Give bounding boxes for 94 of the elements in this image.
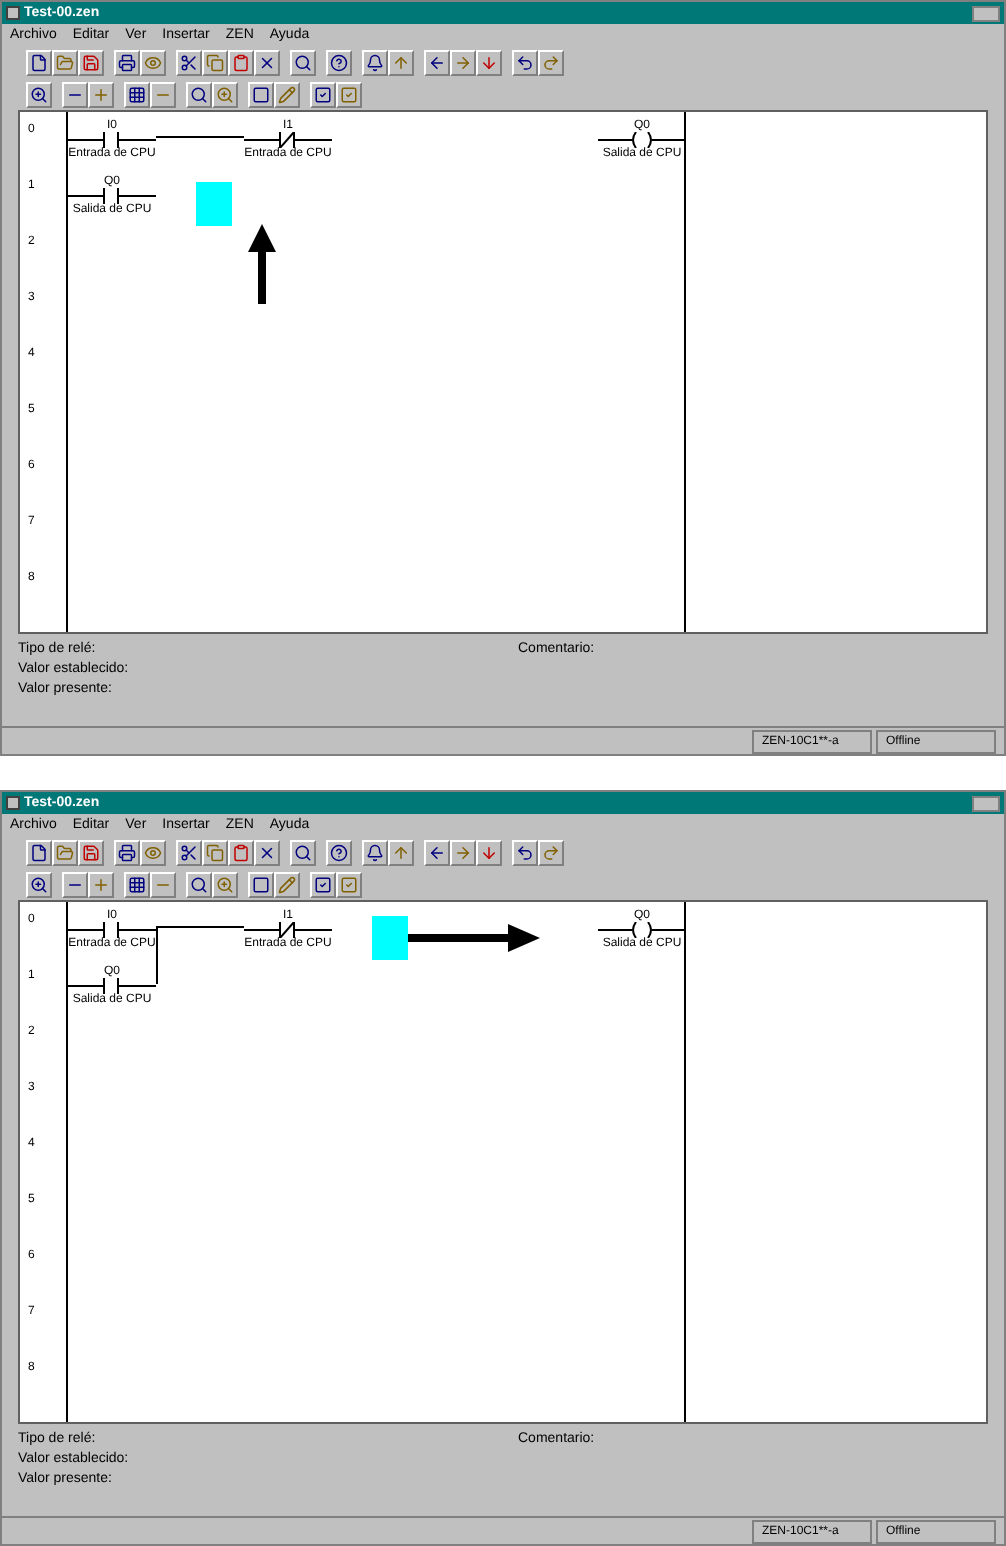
- toolbar-button[interactable]: [248, 871, 274, 897]
- toolbar-button[interactable]: [114, 49, 140, 75]
- toolbar-button[interactable]: [248, 81, 274, 107]
- arrow-right-icon: [454, 843, 472, 861]
- toolbar-button[interactable]: [26, 81, 52, 107]
- arrow-right-icon: [454, 53, 472, 71]
- plus-icon: [92, 85, 110, 103]
- help-icon: [330, 53, 348, 71]
- copy-icon: [206, 843, 224, 861]
- arrow-down-icon: [480, 843, 498, 861]
- redo-icon: [542, 53, 560, 71]
- toolbar-button[interactable]: [254, 839, 280, 865]
- zoom-in-icon: [30, 875, 48, 893]
- arrow-down-icon: [480, 53, 498, 71]
- printer-icon: [118, 843, 136, 861]
- toolbar-button[interactable]: [362, 839, 388, 865]
- toolbar-button[interactable]: [186, 871, 212, 897]
- document-icon: [30, 53, 48, 71]
- close-icon: [258, 53, 276, 71]
- toolbar-button[interactable]: [26, 839, 52, 865]
- pencil-icon: [278, 85, 296, 103]
- grid-icon: [128, 85, 146, 103]
- window-controls-icon[interactable]: [972, 5, 1000, 21]
- arrow-up-icon: [392, 843, 410, 861]
- toolbar-button[interactable]: [512, 839, 538, 865]
- app-icon: [6, 796, 20, 810]
- search-icon: [190, 85, 208, 103]
- closed-contact-symbol-icon: [244, 132, 332, 148]
- square-icon: [252, 875, 270, 893]
- toolbar-button[interactable]: [186, 81, 212, 107]
- help-icon: [330, 843, 348, 861]
- toolbar-button[interactable]: [114, 839, 140, 865]
- arrow-left-icon: [428, 843, 446, 861]
- save-icon: [82, 843, 100, 861]
- window-controls-icon[interactable]: [972, 795, 1000, 811]
- pencil-icon: [278, 875, 296, 893]
- bell-icon: [366, 53, 384, 71]
- document-icon: [30, 843, 48, 861]
- toolbar-button[interactable]: [290, 839, 316, 865]
- toolbar-button[interactable]: [62, 81, 88, 107]
- toolbar-button[interactable]: [176, 49, 202, 75]
- close-icon: [258, 843, 276, 861]
- redo-icon: [542, 843, 560, 861]
- scissors-icon: [180, 53, 198, 71]
- toolbar-button[interactable]: [176, 839, 202, 865]
- clipboard-icon: [232, 53, 250, 71]
- folder-icon: [56, 843, 74, 861]
- undo-icon: [516, 843, 534, 861]
- checkbox-icon: [314, 875, 332, 893]
- plus-icon: [92, 875, 110, 893]
- toolbar-button[interactable]: [424, 839, 450, 865]
- toolbar-button[interactable]: [78, 49, 104, 75]
- clipboard-icon: [232, 843, 250, 861]
- checkbox-icon: [340, 85, 358, 103]
- grid-icon: [128, 875, 146, 893]
- undo-icon: [516, 53, 534, 71]
- arrow-left-icon: [428, 53, 446, 71]
- toolbar-button[interactable]: [78, 839, 104, 865]
- toolbar-button[interactable]: [228, 839, 254, 865]
- arrow-up-icon: [392, 53, 410, 71]
- toolbar-button[interactable]: [254, 49, 280, 75]
- scissors-icon: [180, 843, 198, 861]
- toolbar-button[interactable]: [326, 49, 352, 75]
- toolbar-button[interactable]: [124, 871, 150, 897]
- save-icon: [82, 53, 100, 71]
- bell-icon: [366, 843, 384, 861]
- square-icon: [252, 85, 270, 103]
- app-icon: [6, 6, 20, 20]
- toolbar-button[interactable]: [26, 871, 52, 897]
- checkbox-icon: [340, 875, 358, 893]
- toolbar-button[interactable]: [310, 871, 336, 897]
- toolbar-button[interactable]: [62, 871, 88, 897]
- toolbar-button[interactable]: [362, 49, 388, 75]
- toolbar-button[interactable]: [424, 49, 450, 75]
- folder-icon: [56, 53, 74, 71]
- search-icon: [190, 875, 208, 893]
- toolbar-button[interactable]: [124, 81, 150, 107]
- zoom-in-icon: [216, 85, 234, 103]
- toolbar-button[interactable]: [326, 839, 352, 865]
- zoom-in-icon: [216, 875, 234, 893]
- closed-contact-symbol-icon: [244, 922, 332, 938]
- search-icon: [294, 843, 312, 861]
- eye-icon: [144, 53, 162, 71]
- printer-icon: [118, 53, 136, 71]
- toolbar-button[interactable]: [290, 49, 316, 75]
- toolbar-button[interactable]: [310, 81, 336, 107]
- search-icon: [294, 53, 312, 71]
- toolbar-button[interactable]: [512, 49, 538, 75]
- copy-icon: [206, 53, 224, 71]
- zoom-in-icon: [30, 85, 48, 103]
- toolbar-button[interactable]: [228, 49, 254, 75]
- checkbox-icon: [314, 85, 332, 103]
- toolbar-button[interactable]: [26, 49, 52, 75]
- eye-icon: [144, 843, 162, 861]
